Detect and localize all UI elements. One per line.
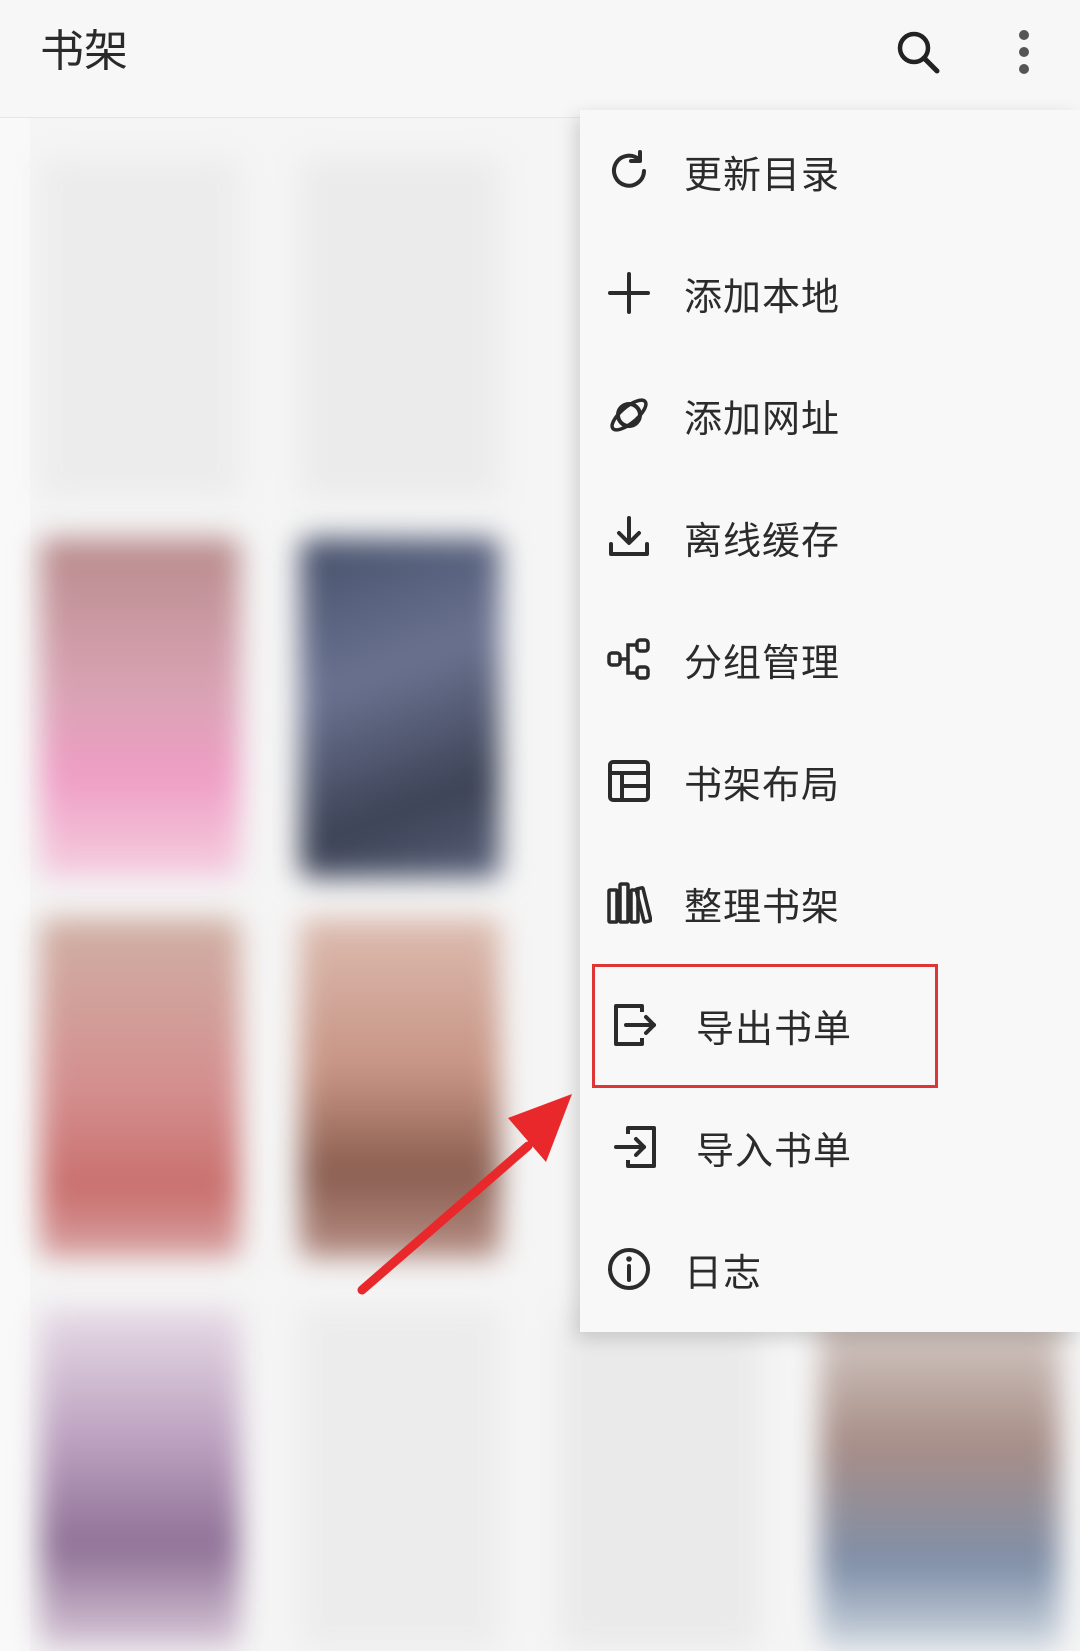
refresh-icon	[604, 146, 654, 196]
books-icon	[604, 878, 654, 928]
book-cover[interactable]	[40, 1308, 240, 1648]
menu-item-log[interactable]: 日志	[580, 1208, 1080, 1330]
import-icon	[610, 1122, 660, 1172]
page-title: 书架	[40, 26, 128, 77]
book-cover[interactable]	[300, 1308, 500, 1648]
group-icon	[604, 634, 654, 684]
menu-item-import-booklist[interactable]: 导入书单	[580, 1086, 1080, 1208]
planet-icon	[604, 390, 654, 440]
layout-icon	[604, 756, 654, 806]
info-icon	[604, 1244, 654, 1294]
book-cover[interactable]	[300, 158, 500, 498]
menu-item-label: 整理书架	[684, 884, 841, 929]
app-bar: 书架	[0, 0, 1080, 118]
menu-item-offline-cache[interactable]: 离线缓存	[580, 476, 1080, 598]
menu-item-shelf-layout[interactable]: 书架布局	[580, 720, 1080, 842]
book-cover[interactable]	[40, 538, 240, 878]
menu-item-label: 更新目录	[684, 152, 841, 197]
menu-item-label: 书架布局	[684, 762, 841, 807]
download-icon	[604, 512, 654, 562]
book-cover[interactable]	[300, 918, 500, 1258]
menu-item-label: 添加网址	[684, 396, 841, 441]
menu-item-label: 添加本地	[684, 274, 841, 319]
menu-item-label: 日志	[684, 1250, 763, 1295]
book-cover[interactable]	[40, 158, 240, 498]
menu-item-organize-shelf[interactable]: 整理书架	[580, 842, 1080, 964]
highlight-box	[592, 964, 938, 1088]
overflow-menu: 更新目录 添加本地 添加网址 离线缓存 分组管理 书架布局 整理书架 导出书单 …	[580, 110, 1080, 1332]
menu-item-label: 离线缓存	[684, 518, 841, 563]
menu-item-add-url[interactable]: 添加网址	[580, 354, 1080, 476]
menu-item-label: 分组管理	[684, 640, 841, 685]
more-vertical-icon[interactable]	[994, 22, 1054, 82]
shelf-edge	[0, 118, 30, 1651]
book-cover[interactable]	[560, 1308, 760, 1648]
book-cover[interactable]	[300, 538, 500, 878]
menu-item-group-manage[interactable]: 分组管理	[580, 598, 1080, 720]
menu-item-add-local[interactable]: 添加本地	[580, 232, 1080, 354]
menu-item-label: 导入书单	[696, 1128, 853, 1173]
book-cover[interactable]	[40, 918, 240, 1258]
plus-icon	[604, 268, 654, 318]
search-icon[interactable]	[888, 22, 948, 82]
book-cover[interactable]	[820, 1308, 1060, 1648]
menu-item-update-catalog[interactable]: 更新目录	[580, 110, 1080, 232]
